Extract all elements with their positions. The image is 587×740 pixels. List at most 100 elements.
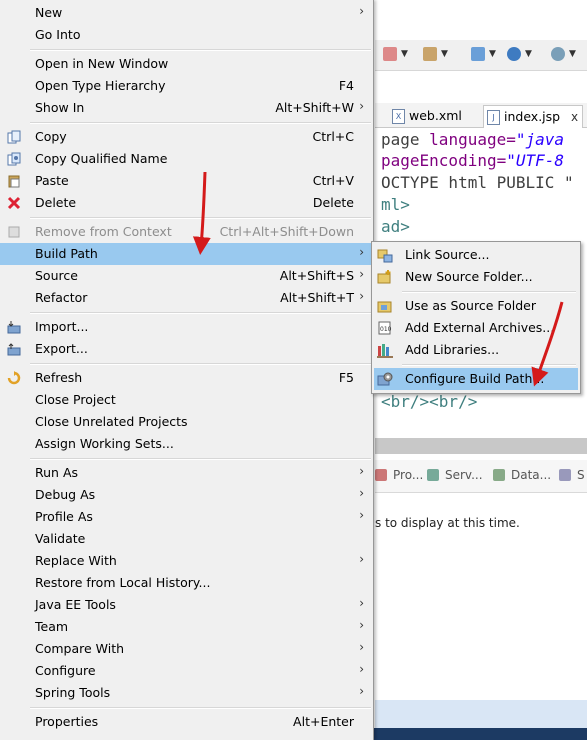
use-source-folder-icon bbox=[377, 298, 393, 314]
jsp-file-icon: J bbox=[487, 110, 500, 125]
import-icon bbox=[7, 320, 21, 334]
menu-item-label: Remove from Context bbox=[35, 224, 172, 239]
chevron-right-icon: › bbox=[359, 662, 364, 676]
menu-item-build-path[interactable]: Build Path › bbox=[0, 243, 373, 265]
views-empty-message: s to display at this time. bbox=[375, 516, 520, 530]
chevron-down-icon[interactable]: ▼ bbox=[569, 49, 576, 59]
menu-item-open-in-new-window[interactable]: Open in New Window bbox=[0, 53, 373, 75]
menu-item-copy[interactable]: Copy Ctrl+C bbox=[0, 126, 373, 148]
new-icon[interactable] bbox=[471, 47, 485, 61]
menu-item-configure[interactable]: Configure › bbox=[0, 660, 373, 682]
export-icon bbox=[7, 342, 21, 356]
menu-item-export[interactable]: Export... bbox=[0, 338, 373, 360]
menu-item-assign-working-sets[interactable]: Assign Working Sets... bbox=[0, 433, 373, 455]
submenu-item-label: Use as Source Folder bbox=[405, 298, 537, 313]
menu-item-profile-as[interactable]: Profile As › bbox=[0, 506, 373, 528]
menu-item-label: Close Project bbox=[35, 392, 116, 407]
menu-item-refresh[interactable]: Refresh F5 bbox=[0, 367, 373, 389]
menu-item-delete[interactable]: Delete Delete bbox=[0, 192, 373, 214]
menu-item-properties[interactable]: Properties Alt+Enter bbox=[0, 711, 373, 733]
menu-item-replace-with[interactable]: Replace With › bbox=[0, 550, 373, 572]
menu-item-close-unrelated-projects[interactable]: Close Unrelated Projects bbox=[0, 411, 373, 433]
menu-item-go-into[interactable]: Go Into bbox=[0, 24, 373, 46]
paste-icon bbox=[7, 174, 21, 188]
new-source-folder-icon bbox=[377, 269, 393, 285]
menu-separator bbox=[30, 707, 371, 709]
menu-item-compare-with[interactable]: Compare With › bbox=[0, 638, 373, 660]
chevron-right-icon: › bbox=[359, 552, 364, 566]
menu-item-label: Copy Qualified Name bbox=[35, 151, 168, 166]
external-archive-icon: 010 bbox=[377, 320, 393, 336]
menu-item-label: Compare With bbox=[35, 641, 125, 656]
code-token: language= bbox=[429, 130, 516, 149]
search-icon[interactable] bbox=[551, 47, 565, 61]
code-token: "java bbox=[515, 130, 565, 149]
menu-item-team[interactable]: Team › bbox=[0, 616, 373, 638]
menu-item-label: Show In bbox=[35, 100, 85, 115]
chevron-right-icon: › bbox=[359, 596, 364, 610]
tab-problems[interactable]: Pro... bbox=[375, 468, 423, 482]
code-token: ad> bbox=[381, 217, 410, 236]
menu-item-label: Import... bbox=[35, 319, 89, 334]
tab-snippets[interactable]: S bbox=[559, 468, 585, 482]
menu-item-label: Replace With bbox=[35, 553, 117, 568]
submenu-item-new-source-folder[interactable]: New Source Folder... bbox=[374, 266, 578, 288]
run-icon[interactable] bbox=[423, 47, 437, 61]
stop-icon[interactable] bbox=[383, 47, 397, 61]
menu-item-label: Paste bbox=[35, 173, 69, 188]
code-token: ml> bbox=[381, 195, 410, 214]
submenu-item-link-source[interactable]: Link Source... bbox=[374, 244, 578, 266]
code-line: pageEncoding="UTF-8 bbox=[381, 151, 564, 170]
menu-separator bbox=[30, 217, 371, 219]
menu-item-import[interactable]: Import... bbox=[0, 316, 373, 338]
menu-item-new[interactable]: New › bbox=[0, 2, 373, 24]
menu-item-copy-qualified-name[interactable]: Copy Qualified Name bbox=[0, 148, 373, 170]
build-path-submenu: Link Source... New Source Folder... Use as… bbox=[371, 241, 581, 394]
chevron-down-icon[interactable]: ▼ bbox=[401, 49, 408, 59]
chevron-right-icon: › bbox=[359, 508, 364, 522]
tab-web-xml[interactable]: X web.xml bbox=[389, 105, 462, 127]
menu-item-restore-from-local-history[interactable]: Restore from Local History... bbox=[0, 572, 373, 594]
chevron-down-icon[interactable]: ▼ bbox=[489, 49, 496, 59]
menu-item-label: New bbox=[35, 5, 63, 20]
chevron-right-icon: › bbox=[359, 99, 364, 113]
menu-item-paste[interactable]: Paste Ctrl+V bbox=[0, 170, 373, 192]
code-line: OCTYPE html PUBLIC " bbox=[381, 173, 574, 192]
data-source-icon bbox=[493, 469, 505, 481]
shortcut-label: Alt+Shift+S bbox=[279, 268, 354, 283]
menu-item-label: Assign Working Sets... bbox=[35, 436, 174, 451]
tab-index-jsp[interactable]: J index.jsp ⅹ bbox=[483, 105, 584, 128]
menu-item-validate[interactable]: Validate bbox=[0, 528, 373, 550]
tab-data-source[interactable]: Data... bbox=[493, 468, 551, 482]
submenu-item-label: New Source Folder... bbox=[405, 269, 533, 284]
menu-item-java-ee-tools[interactable]: Java EE Tools › bbox=[0, 594, 373, 616]
tab-servers[interactable]: Serv... bbox=[427, 468, 483, 482]
xml-file-icon: X bbox=[392, 109, 405, 124]
chevron-right-icon: › bbox=[359, 684, 364, 698]
menu-item-label: Refactor bbox=[35, 290, 88, 305]
close-icon[interactable]: ⅹ bbox=[571, 106, 578, 128]
chevron-down-icon[interactable]: ▼ bbox=[525, 49, 532, 59]
submenu-item-add-external-archives[interactable]: 010 Add External Archives... bbox=[374, 317, 578, 339]
menu-separator bbox=[30, 458, 371, 460]
submenu-item-label: Add Libraries... bbox=[405, 342, 500, 357]
menu-item-spring-tools[interactable]: Spring Tools › bbox=[0, 682, 373, 704]
menu-item-refactor[interactable]: Refactor Alt+Shift+T › bbox=[0, 287, 373, 309]
chevron-right-icon: › bbox=[359, 267, 364, 281]
submenu-item-use-as-source-folder[interactable]: Use as Source Folder bbox=[374, 295, 578, 317]
chevron-down-icon[interactable]: ▼ bbox=[441, 49, 448, 59]
menu-item-close-project[interactable]: Close Project bbox=[0, 389, 373, 411]
menu-item-show-in[interactable]: Show In Alt+Shift+W › bbox=[0, 97, 373, 119]
configure-build-path-icon bbox=[377, 371, 393, 387]
menu-item-run-as[interactable]: Run As › bbox=[0, 462, 373, 484]
menu-item-label: Export... bbox=[35, 341, 88, 356]
menu-item-open-type-hierarchy[interactable]: Open Type Hierarchy F4 bbox=[0, 75, 373, 97]
submenu-item-configure-build-path[interactable]: Configure Build Path... bbox=[374, 368, 578, 390]
menu-item-debug-as[interactable]: Debug As › bbox=[0, 484, 373, 506]
shortcut-label: F5 bbox=[338, 370, 354, 385]
menu-item-source[interactable]: Source Alt+Shift+S › bbox=[0, 265, 373, 287]
code-line: <br/><br/> bbox=[381, 392, 477, 411]
submenu-item-add-libraries[interactable]: Add Libraries... bbox=[374, 339, 578, 361]
horizontal-scrollbar[interactable] bbox=[375, 438, 587, 454]
globe-icon[interactable] bbox=[507, 47, 521, 61]
